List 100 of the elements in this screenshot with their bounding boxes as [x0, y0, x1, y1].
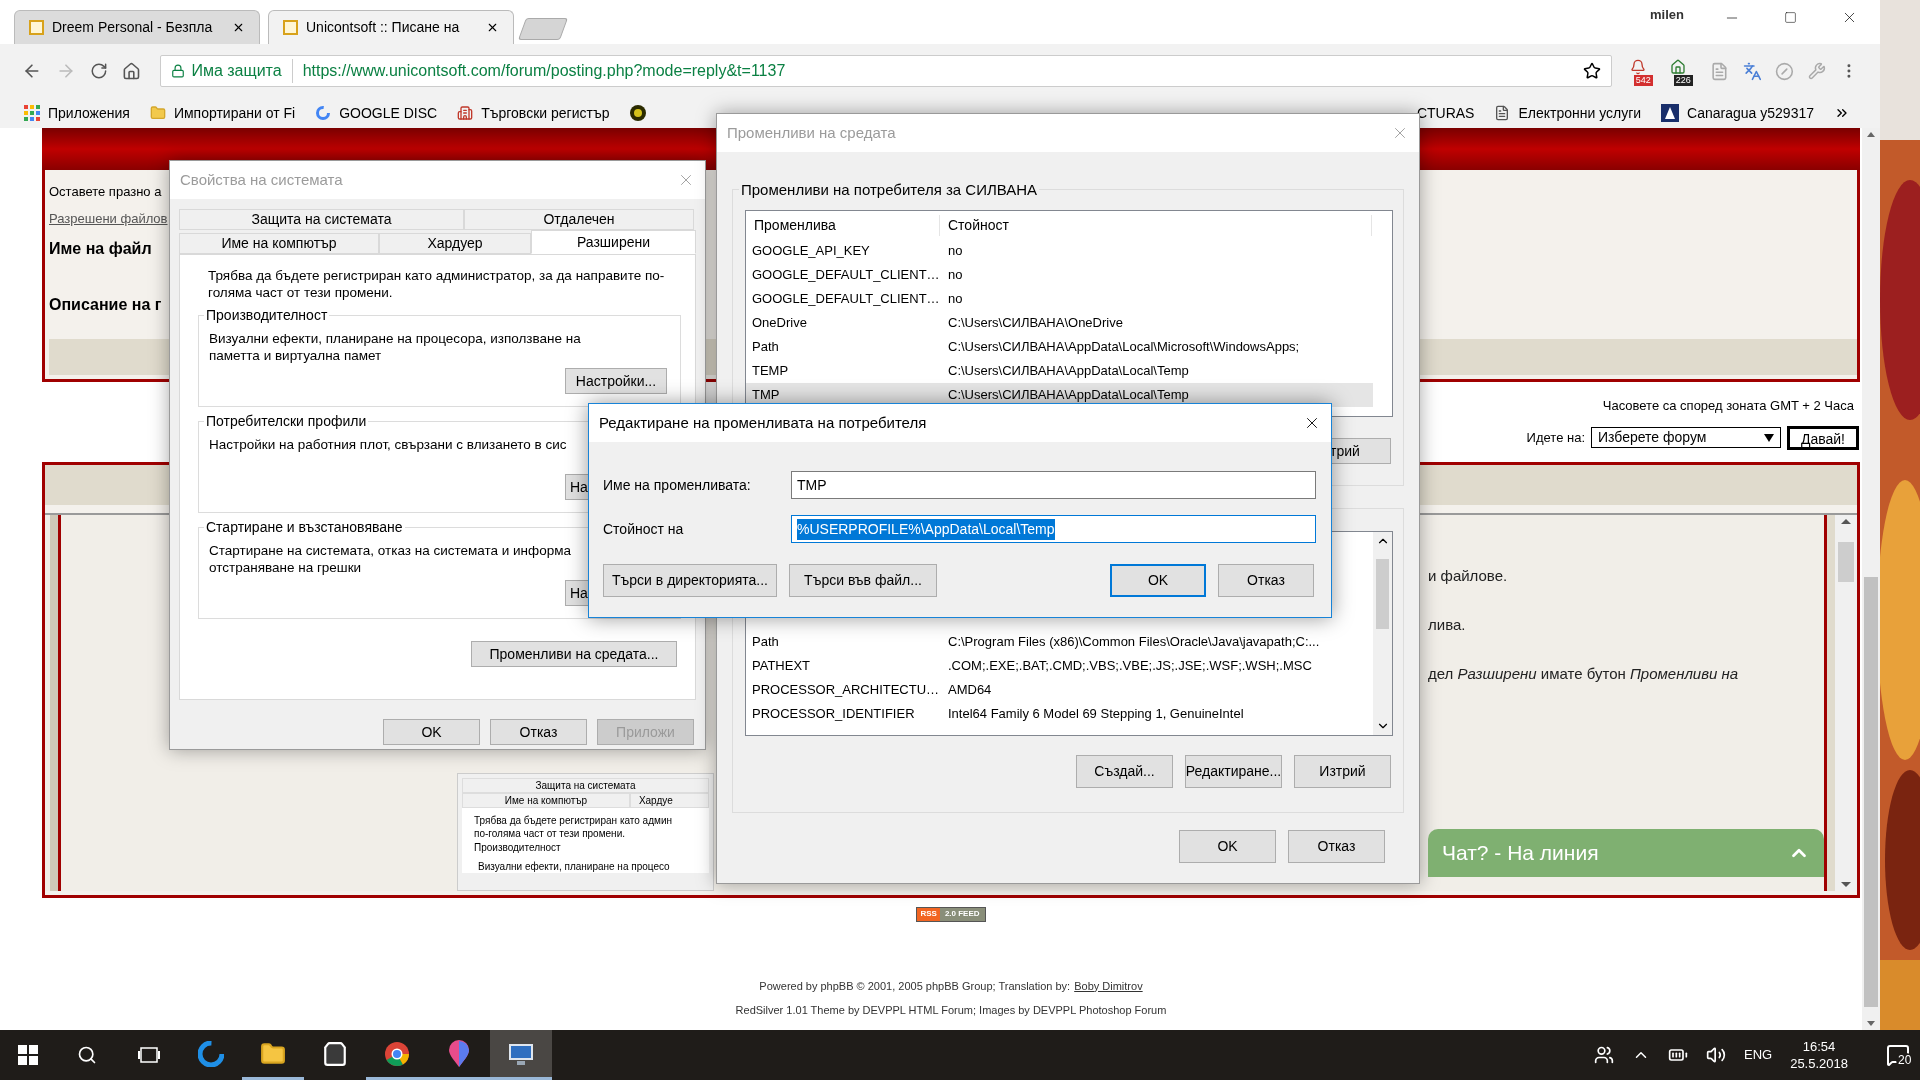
scrollbar-thumb[interactable]: [1864, 577, 1878, 1007]
variable-row[interactable]: Path C:\Program Files (x86)\Common Files\Oracle\Java\javapath;C:...: [746, 630, 1373, 654]
variable-name: Path: [751, 338, 780, 357]
textarea-scrollbar[interactable]: [1835, 514, 1857, 891]
text-field[interactable]: TMP: [791, 471, 1316, 499]
bookmark-link[interactable]: GOOGLE DISC: [339, 102, 438, 124]
building-icon: [457, 105, 474, 121]
dialog-button[interactable]: Отказ: [490, 719, 587, 745]
group-description: Настройки на работния плот, свързани с влизането в сис: [209, 436, 568, 453]
list-button[interactable]: Изтрий: [1294, 755, 1391, 788]
grid-icon: [24, 105, 40, 121]
translator-link[interactable]: Boby Dimitrov: [1074, 977, 1143, 994]
taskbar-app[interactable]: [490, 1030, 552, 1080]
forum-select[interactable]: Изберете форум: [1591, 427, 1781, 448]
windows-logo-icon[interactable]: [18, 1045, 38, 1065]
dialog-button[interactable]: OK: [1179, 830, 1276, 863]
dialog-button[interactable]: OK: [383, 719, 480, 745]
variable-row[interactable]: PROCESSOR_ARCHITECTU… AMD64: [746, 678, 1373, 702]
browser-tab[interactable]: Unicontsoft :: Писане на: [268, 10, 514, 44]
group-button[interactable]: На: [565, 474, 591, 500]
scrollbar[interactable]: [1373, 532, 1392, 735]
column-header[interactable]: Променлива: [746, 214, 940, 236]
bookmark-link[interactable]: Canaragua y529317: [1687, 102, 1814, 124]
variable-row[interactable]: GOOGLE_DEFAULT_CLIENT… no: [746, 263, 1373, 287]
timezone-text: Часовете са според зоната GMT + 2 Часа: [1602, 397, 1854, 415]
variable-row[interactable]: PROCESSOR_IDENTIFIER Intel64 Family 6 Model 69 Stepping 1, GenuineIntel: [746, 702, 1373, 726]
scrollbar-thumb[interactable]: [1376, 558, 1389, 629]
group-button[interactable]: На: [565, 580, 591, 606]
variable-value: C:\Users\СИЛВАНА\OneDrive: [947, 314, 1123, 333]
bookmark-star-icon[interactable]: [1582, 62, 1601, 80]
variable-name: TEMP: [751, 362, 790, 381]
variable-name: OneDrive: [751, 314, 808, 333]
browse-button[interactable]: Търси в директорията...: [603, 564, 777, 597]
dialog-tab[interactable]: Отдалечен: [464, 209, 694, 230]
folder-icon: [149, 105, 166, 121]
notifications-icon[interactable]: [1886, 1043, 1910, 1067]
bookmark-link[interactable]: Приложения: [48, 102, 130, 124]
field-value: %USERPROFILE%\AppData\Local\Temp: [797, 518, 1055, 540]
dialog-tab[interactable]: Име на компютър: [179, 233, 379, 254]
variable-value: C:\Users\СИЛВАНА\AppData\Local\Temp: [947, 386, 1189, 405]
list-button[interactable]: Създай...: [1076, 755, 1173, 788]
browser-tab[interactable]: Dreem Personal - Безпла: [14, 10, 260, 44]
variable-row[interactable]: TEMP C:\Users\СИЛВАНА\AppData\Local\Temp: [746, 359, 1373, 383]
text-field[interactable]: %USERPROFILE%\AppData\Local\Temp: [791, 515, 1316, 543]
search-icon[interactable]: [77, 1045, 97, 1065]
people-icon[interactable]: [1594, 1045, 1614, 1065]
page-scrollbar[interactable]: [1862, 128, 1880, 1030]
file-name-label: Име на файл: [49, 239, 152, 259]
allowed-files-link[interactable]: Разрешени файлов: [49, 208, 168, 228]
language-indicator[interactable]: ENG: [1744, 1045, 1773, 1065]
bell-icon[interactable]: [1629, 59, 1646, 75]
address-bar[interactable]: Има защита https://www.unicontsoft.com/forum/posting.php?mode=reply&t=1137: [160, 55, 1612, 87]
scrollbar-thumb[interactable]: [1838, 541, 1854, 582]
scroll-down-icon[interactable]: [1841, 881, 1851, 887]
browse-button[interactable]: Търси във файл...: [789, 564, 937, 597]
dialog-button[interactable]: Отказ: [1218, 564, 1314, 597]
volume-icon[interactable]: [1706, 1045, 1726, 1065]
dialog-tab[interactable]: Разширени: [531, 230, 696, 254]
translate-icon[interactable]: [1742, 61, 1762, 81]
scroll-up-icon[interactable]: [1841, 518, 1851, 524]
profile-name[interactable]: milen: [1650, 4, 1684, 24]
list-button[interactable]: Редактиране...: [1185, 755, 1282, 788]
variable-name: GOOGLE_API_KEY: [751, 242, 871, 261]
variable-row[interactable]: GOOGLE_API_KEY no: [746, 239, 1373, 263]
document-icon: [1494, 105, 1511, 121]
screenshot-text: Визуални ефекти, планиране на процесо: [477, 859, 671, 873]
reload-icon[interactable]: [89, 62, 108, 80]
close-icon[interactable]: [486, 21, 499, 34]
variable-row[interactable]: PATHEXT .COM;.EXE;.BAT;.CMD;.VBS;.VBE;.JS;.JSE;.WSF;.WSH;.MSC: [746, 654, 1373, 678]
dropdown-arrow-icon: [1764, 433, 1774, 442]
go-button[interactable]: Давай!: [1787, 425, 1859, 450]
maximize-icon[interactable]: [1784, 11, 1797, 24]
dialog-button[interactable]: Отказ: [1288, 830, 1385, 863]
variable-name: PROCESSOR_ARCHITECTU…: [751, 681, 941, 700]
group-button[interactable]: Настройки...: [565, 368, 667, 394]
close-icon[interactable]: [232, 21, 245, 34]
variable-row[interactable]: GOOGLE_DEFAULT_CLIENT… no: [746, 287, 1373, 311]
bookmark-link[interactable]: CTURAS: [1416, 102, 1475, 124]
bookmark-link[interactable]: Търговски регистър: [481, 102, 610, 124]
clock[interactable]: 16:54 25.5.2018: [1790, 1038, 1848, 1072]
house-icon[interactable]: [1669, 59, 1686, 75]
field-value: TMP: [797, 475, 827, 495]
variable-value: AMD64: [947, 681, 992, 700]
variable-name: PATHEXT: [751, 657, 812, 676]
bookmark-link[interactable]: Електронни услуги: [1518, 102, 1642, 124]
home-icon[interactable]: [121, 61, 141, 81]
dialog-button[interactable]: OK: [1110, 564, 1206, 597]
dialog-tab[interactable]: Хардуер: [379, 233, 531, 254]
task-view-icon[interactable]: [137, 1045, 161, 1065]
dialog-tab[interactable]: Защита на системата: [179, 209, 464, 230]
dialog-title: Редактиране на променливата на потребителя: [599, 412, 927, 433]
variable-value: no: [947, 290, 963, 309]
variable-row[interactable]: OneDrive C:\Users\СИЛВАНА\OneDrive: [746, 311, 1373, 335]
variable-name: GOOGLE_DEFAULT_CLIENT…: [751, 266, 941, 285]
variable-value: no: [947, 266, 963, 285]
variable-row[interactable]: Path C:\Users\СИЛВАНА\AppData\Local\Microsoft\WindowsApps;: [746, 335, 1373, 359]
bookmark-link[interactable]: Импортирани от Fi: [173, 102, 296, 124]
column-header[interactable]: Стойност: [940, 214, 1372, 236]
environment-variables-button[interactable]: Променливи на средата...: [471, 641, 677, 667]
variable-value: C:\Users\СИЛВАНА\AppData\Local\Microsoft\WindowsApps;: [947, 338, 1300, 357]
